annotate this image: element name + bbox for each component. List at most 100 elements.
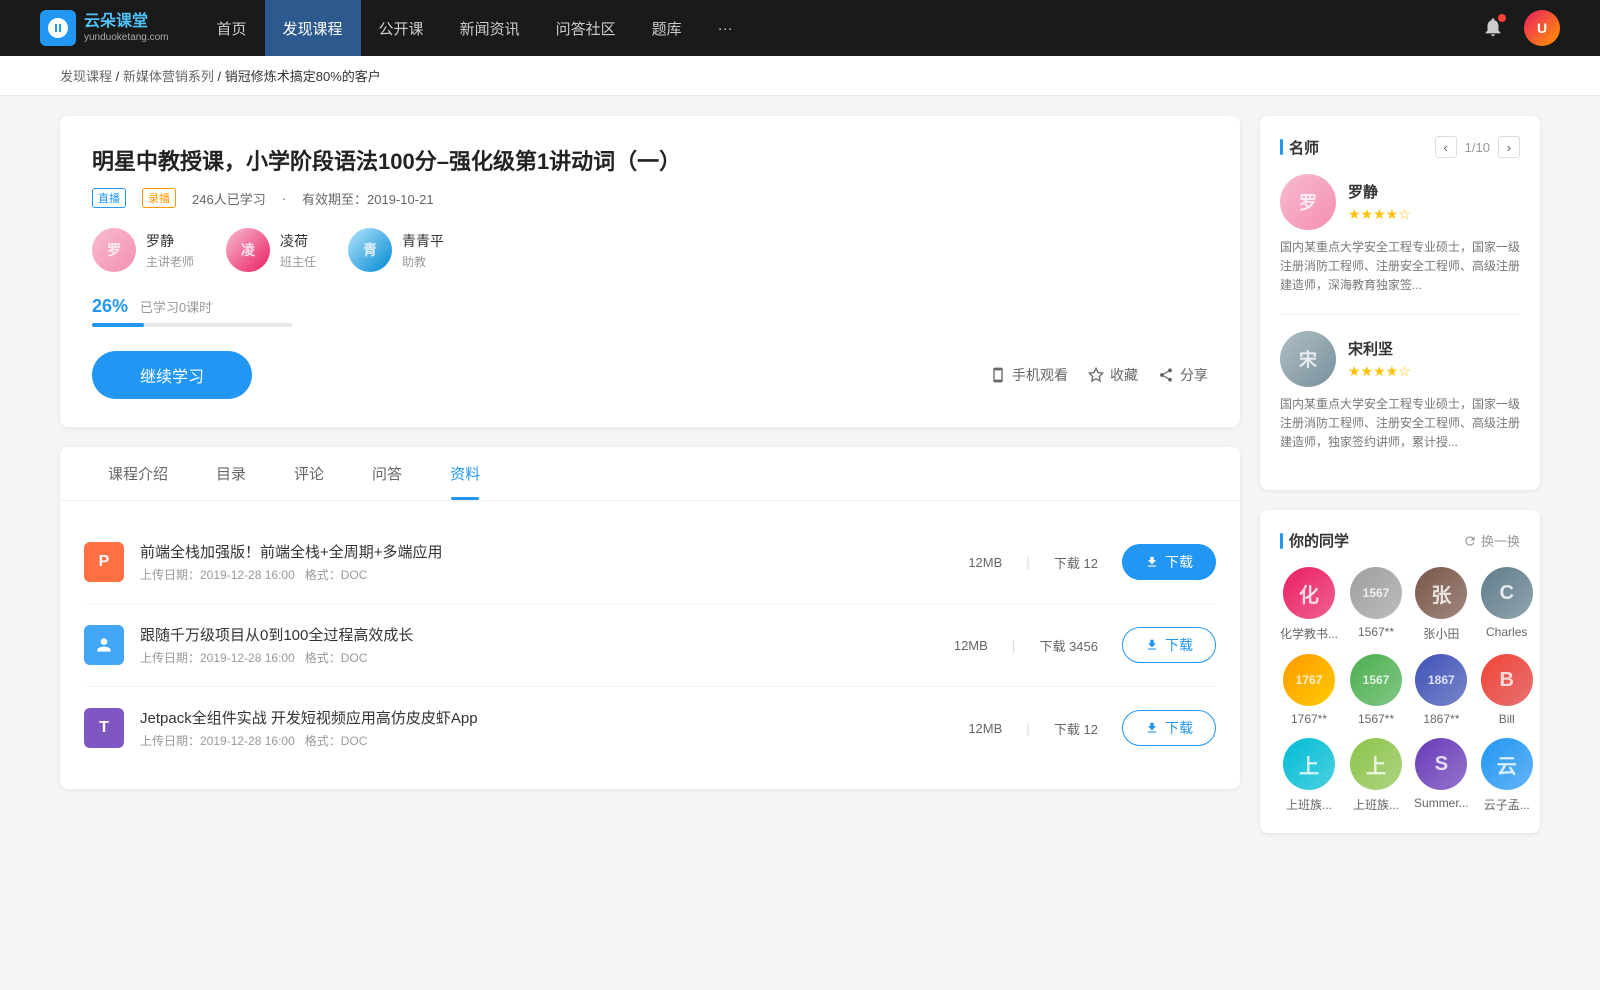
classmate-name-9: 上班族... bbox=[1353, 796, 1399, 813]
mobile-view-button[interactable]: 手机观看 bbox=[990, 365, 1068, 385]
nav-item-public[interactable]: 公开课 bbox=[361, 0, 442, 56]
teachers-panel-header: 名师 ‹ 1/10 › bbox=[1280, 136, 1520, 158]
classmate-avatar-4: 1767 bbox=[1283, 654, 1335, 706]
tabs-section: 课程介绍 目录 评论 问答 资料 P 前端全栈加强版！前端全栈+全周期+多端应用… bbox=[60, 447, 1240, 789]
teacher-name-qingqing: 青青平 bbox=[402, 231, 444, 251]
tab-intro[interactable]: 课程介绍 bbox=[84, 447, 192, 500]
logo-icon bbox=[40, 10, 76, 46]
course-card: 明星中教授课，小学阶段语法100分–强化级第1讲动词（一） 直播 录播 246人… bbox=[60, 116, 1240, 427]
teacher-name-linghe: 凌荷 bbox=[280, 231, 316, 251]
resource-item-2: T Jetpack全组件实战 开发短视频应用高仿皮皮虾App 上传日期：2019… bbox=[84, 687, 1216, 769]
classmate-2[interactable]: 张 张小田 bbox=[1414, 567, 1469, 642]
breadcrumb-discover[interactable]: 发现课程 bbox=[60, 69, 112, 84]
progress-label: 26% bbox=[92, 296, 128, 316]
res-meta-0: 上传日期：2019-12-28 16:00 格式：DOC bbox=[140, 566, 952, 583]
teacher-linghe: 凌 凌荷 班主任 bbox=[226, 228, 316, 272]
user-avatar[interactable]: U bbox=[1524, 10, 1560, 46]
classmate-7[interactable]: B Bill bbox=[1481, 654, 1533, 726]
classmates-refresh-button[interactable]: 换一换 bbox=[1463, 531, 1520, 550]
teacher-role-qingqing: 助教 bbox=[402, 253, 444, 270]
teacher-luojing: 罗 罗静 主讲老师 bbox=[92, 228, 194, 272]
classmate-name-6: 1867** bbox=[1423, 712, 1459, 726]
nav-item-home[interactable]: 首页 bbox=[199, 0, 265, 56]
teachers-panel-title: 名师 bbox=[1280, 137, 1319, 158]
classmate-6[interactable]: 1867 1867** bbox=[1414, 654, 1469, 726]
res-size-0: 12MB bbox=[968, 555, 1002, 570]
classmate-10[interactable]: S Summer... bbox=[1414, 738, 1469, 813]
classmate-avatar-2: 张 bbox=[1415, 567, 1467, 619]
download-icon-0 bbox=[1145, 555, 1159, 569]
classmate-4[interactable]: 1767 1767** bbox=[1280, 654, 1338, 726]
teachers-next-button[interactable]: › bbox=[1498, 136, 1520, 158]
res-right-2: 12MB | 下载 12 下载 bbox=[968, 710, 1216, 746]
nav-item-news[interactable]: 新闻资讯 bbox=[442, 0, 538, 56]
classmate-avatar-8: 上 bbox=[1283, 738, 1335, 790]
teacher-entry-luojing: 罗 罗静 ★★★★☆ 国内某重点大学安全工程专业硕士，国家一级注册消防工程师、注… bbox=[1280, 174, 1520, 296]
tab-resource[interactable]: 资料 bbox=[426, 447, 504, 500]
tabs-nav: 课程介绍 目录 评论 问答 资料 bbox=[60, 447, 1240, 501]
download-button-1[interactable]: 下载 bbox=[1122, 627, 1216, 663]
download-icon-2 bbox=[1145, 721, 1159, 735]
refresh-icon bbox=[1463, 534, 1477, 548]
classmate-11[interactable]: 云 云子孟... bbox=[1481, 738, 1533, 813]
classmate-name-10: Summer... bbox=[1414, 796, 1469, 810]
classmate-name-4: 1767** bbox=[1291, 712, 1327, 726]
classmate-name-3: Charles bbox=[1486, 625, 1527, 639]
nav-item-quiz[interactable]: 题库 bbox=[634, 0, 700, 56]
classmate-avatar-9: 上 bbox=[1350, 738, 1402, 790]
download-icon-1 bbox=[1145, 638, 1159, 652]
breadcrumb-series[interactable]: 新媒体营销系列 bbox=[123, 69, 214, 84]
classmate-name-8: 上班族... bbox=[1286, 796, 1332, 813]
classmates-panel-title: 你的同学 bbox=[1280, 530, 1349, 551]
continue-study-button[interactable]: 继续学习 bbox=[92, 351, 252, 399]
tab-comment[interactable]: 评论 bbox=[270, 447, 348, 500]
teachers-prev-button[interactable]: ‹ bbox=[1435, 136, 1457, 158]
progress-sub: 已学习0课时 bbox=[140, 300, 212, 315]
res-title-1: 跟随千万级项目从0到100全过程高效成长 bbox=[140, 624, 938, 645]
classmate-9[interactable]: 上 上班族... bbox=[1350, 738, 1402, 813]
nav-item-qa[interactable]: 问答社区 bbox=[538, 0, 634, 56]
classmate-1[interactable]: 1567 1567** bbox=[1350, 567, 1402, 642]
tab-qa[interactable]: 问答 bbox=[348, 447, 426, 500]
star-icon bbox=[1088, 367, 1104, 383]
progress-bar-bg bbox=[92, 323, 292, 327]
res-meta-2: 上传日期：2019-12-28 16:00 格式：DOC bbox=[140, 732, 952, 749]
classmate-avatar-1: 1567 bbox=[1350, 567, 1402, 619]
nav-item-more[interactable]: ··· bbox=[700, 0, 751, 56]
classmate-avatar-3: C bbox=[1481, 567, 1533, 619]
nav-right: U bbox=[1482, 10, 1560, 46]
teacher-role-linghe: 班主任 bbox=[280, 253, 316, 270]
classmates-panel-header: 你的同学 换一换 bbox=[1280, 530, 1520, 551]
share-icon bbox=[1158, 367, 1174, 383]
progress-bar-fill bbox=[92, 323, 144, 327]
classmate-8[interactable]: 上 上班族... bbox=[1280, 738, 1338, 813]
res-dl-count-0: 下载 12 bbox=[1054, 553, 1098, 572]
classmate-avatar-11: 云 bbox=[1481, 738, 1533, 790]
res-info-2: Jetpack全组件实战 开发短视频应用高仿皮皮虾App 上传日期：2019-1… bbox=[140, 707, 952, 749]
share-button[interactable]: 分享 bbox=[1158, 365, 1208, 385]
teacher-qingqing: 青 青青平 助教 bbox=[348, 228, 444, 272]
classmate-3[interactable]: C Charles bbox=[1481, 567, 1533, 642]
teacher-stars-luojing: ★★★★☆ bbox=[1348, 206, 1411, 223]
classmate-avatar-7: B bbox=[1481, 654, 1533, 706]
progress-section: 26% 已学习0课时 bbox=[92, 296, 1208, 327]
teacher-name-luojing: 罗静 bbox=[146, 231, 194, 251]
teachers-row: 罗 罗静 主讲老师 凌 凌荷 班主任 bbox=[92, 228, 1208, 272]
teacher-avatar-luojing: 罗 bbox=[92, 228, 136, 272]
notification-dot bbox=[1498, 14, 1506, 22]
tab-catalog[interactable]: 目录 bbox=[192, 447, 270, 500]
action-row: 继续学习 手机观看 收藏 分享 bbox=[92, 351, 1208, 399]
download-button-2[interactable]: 下载 bbox=[1122, 710, 1216, 746]
teacher-big-name-luojing: 罗静 bbox=[1348, 181, 1411, 202]
teacher-role-luojing: 主讲老师 bbox=[146, 253, 194, 270]
collect-button[interactable]: 收藏 bbox=[1088, 365, 1138, 385]
classmate-5[interactable]: 1567 1567** bbox=[1350, 654, 1402, 726]
nav-item-discover[interactable]: 发现课程 bbox=[265, 0, 361, 56]
res-icon-2: T bbox=[84, 708, 124, 748]
notification-bell[interactable] bbox=[1482, 16, 1504, 41]
logo[interactable]: 云朵课堂 yunduoketang.com bbox=[40, 10, 169, 46]
teacher-avatar-linghe: 凌 bbox=[226, 228, 270, 272]
classmate-avatar-6: 1867 bbox=[1415, 654, 1467, 706]
download-button-0[interactable]: 下载 bbox=[1122, 544, 1216, 580]
classmate-0[interactable]: 化 化学教书... bbox=[1280, 567, 1338, 642]
